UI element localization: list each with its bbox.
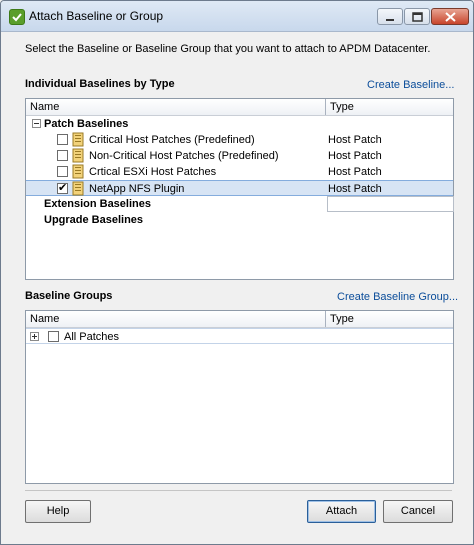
collapse-icon[interactable] [32,119,41,128]
vsphere-icon [9,9,25,25]
baseline-row-selected[interactable]: NetApp NFS Plugin Host Patch [26,180,453,196]
baseline-checkbox[interactable] [57,134,68,145]
footer-divider [25,490,452,491]
list-header: Name Type [26,99,453,116]
baseline-groups-list[interactable]: Name Type All Patches [25,310,454,484]
column-name[interactable]: Name [30,313,59,325]
baseline-type: Host Patch [328,183,382,195]
group-row-patch-baselines[interactable]: Patch Baselines [26,116,453,132]
column-separator[interactable] [325,311,326,327]
intro-text: Select the Baseline or Baseline Group th… [25,43,431,55]
baseline-checkbox[interactable] [57,150,68,161]
baseline-name: Non-Critical Host Patches (Predefined) [89,150,279,162]
baseline-checkbox-checked[interactable] [57,181,68,194]
column-type[interactable]: Type [330,101,354,113]
title-bar[interactable]: Attach Baseline or Group [1,1,473,32]
group-name: All Patches [64,331,120,343]
type-cell-empty [327,196,454,212]
baseline-type: Host Patch [328,166,382,178]
group-label: Extension Baselines [44,198,151,210]
minimize-button[interactable] [377,8,403,25]
maximize-button[interactable] [404,8,430,25]
maximize-icon [412,12,423,22]
individual-baselines-list[interactable]: Name Type Patch Baselines Critical Host … [25,98,454,280]
group-row[interactable]: All Patches [26,328,453,344]
create-baseline-group-link[interactable]: Create Baseline Group... [337,291,458,303]
help-button[interactable]: Help [25,500,91,523]
baseline-row[interactable]: Non-Critical Host Patches (Predefined) H… [26,148,453,164]
baseline-checkbox[interactable] [57,166,68,177]
baseline-row[interactable]: Crtical ESXi Host Patches Host Patch [26,164,453,180]
group-checkbox[interactable] [48,331,59,342]
list-header: Name Type [26,311,453,328]
baseline-type: Host Patch [328,134,382,146]
baseline-name: Critical Host Patches (Predefined) [89,134,255,146]
baseline-name: NetApp NFS Plugin [89,183,185,195]
create-baseline-link[interactable]: Create Baseline... [367,79,454,91]
group-row-extension-baselines[interactable]: Extension Baselines [26,196,454,212]
attach-baseline-dialog: Attach Baseline or Group Select the Base… [0,0,474,545]
group-label: Upgrade Baselines [44,214,144,226]
baseline-type: Host Patch [328,150,382,162]
baseline-icon [71,181,85,196]
baseline-name: Crtical ESXi Host Patches [89,166,217,178]
baseline-icon [71,164,85,179]
baseline-icon [71,148,85,163]
window-title: Attach Baseline or Group [29,9,164,23]
column-type[interactable]: Type [330,313,354,325]
column-separator[interactable] [325,99,326,115]
group-label: Patch Baselines [44,118,129,130]
individual-baselines-title: Individual Baselines by Type [25,78,175,90]
close-button[interactable] [431,8,469,25]
attach-button[interactable]: Attach [307,500,376,523]
cancel-button[interactable]: Cancel [383,500,453,523]
expand-icon[interactable] [30,332,39,341]
baseline-icon [71,132,85,147]
column-name[interactable]: Name [30,101,59,113]
group-row-upgrade-baselines[interactable]: Upgrade Baselines [26,212,453,228]
baseline-row[interactable]: Critical Host Patches (Predefined) Host … [26,132,453,148]
close-icon [445,12,456,22]
minimize-icon [386,19,394,21]
baseline-groups-title: Baseline Groups [25,290,113,302]
